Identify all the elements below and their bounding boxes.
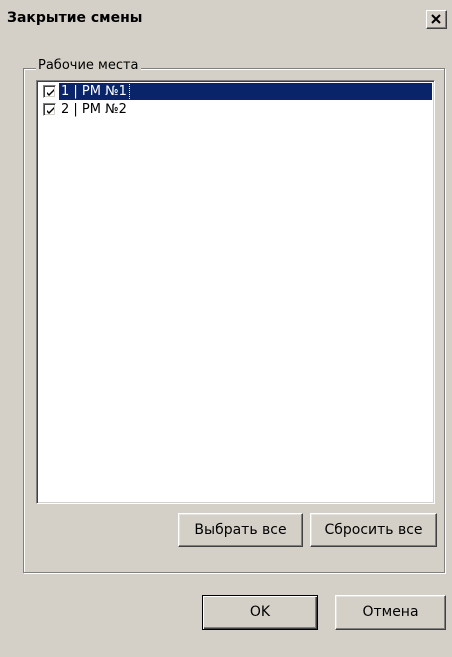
title-bar[interactable]: Закрытие смены: [1, 1, 452, 34]
close-icon: [431, 14, 441, 24]
reset-all-button[interactable]: Сбросить все: [310, 513, 437, 547]
workplace-2-label: 2 | РМ №2: [61, 102, 127, 117]
window-title: Закрытие смены: [7, 10, 143, 26]
workplaces-group-label: Рабочие места: [36, 58, 141, 74]
list-item[interactable]: 1 | РМ №1: [41, 82, 432, 101]
list-item[interactable]: 2 | РМ №2: [41, 101, 432, 118]
workplace-2-checkbox[interactable]: [43, 103, 56, 116]
close-button[interactable]: [426, 10, 447, 29]
workplace-1-label: 1 | РМ №1: [58, 82, 130, 101]
select-all-button[interactable]: Выбрать все: [178, 513, 303, 547]
ok-button[interactable]: OK: [202, 595, 318, 630]
workplace-1-checkbox[interactable]: [43, 85, 56, 98]
close-shift-dialog: Закрытие смены Рабочие места 1 | РМ №1 2…: [0, 0, 452, 657]
workplaces-checklist[interactable]: 1 | РМ №1 2 | РМ №2: [36, 80, 435, 504]
checkmark-icon: [47, 107, 54, 114]
cancel-button[interactable]: Отмена: [335, 595, 446, 630]
checkmark-icon: [47, 89, 54, 96]
